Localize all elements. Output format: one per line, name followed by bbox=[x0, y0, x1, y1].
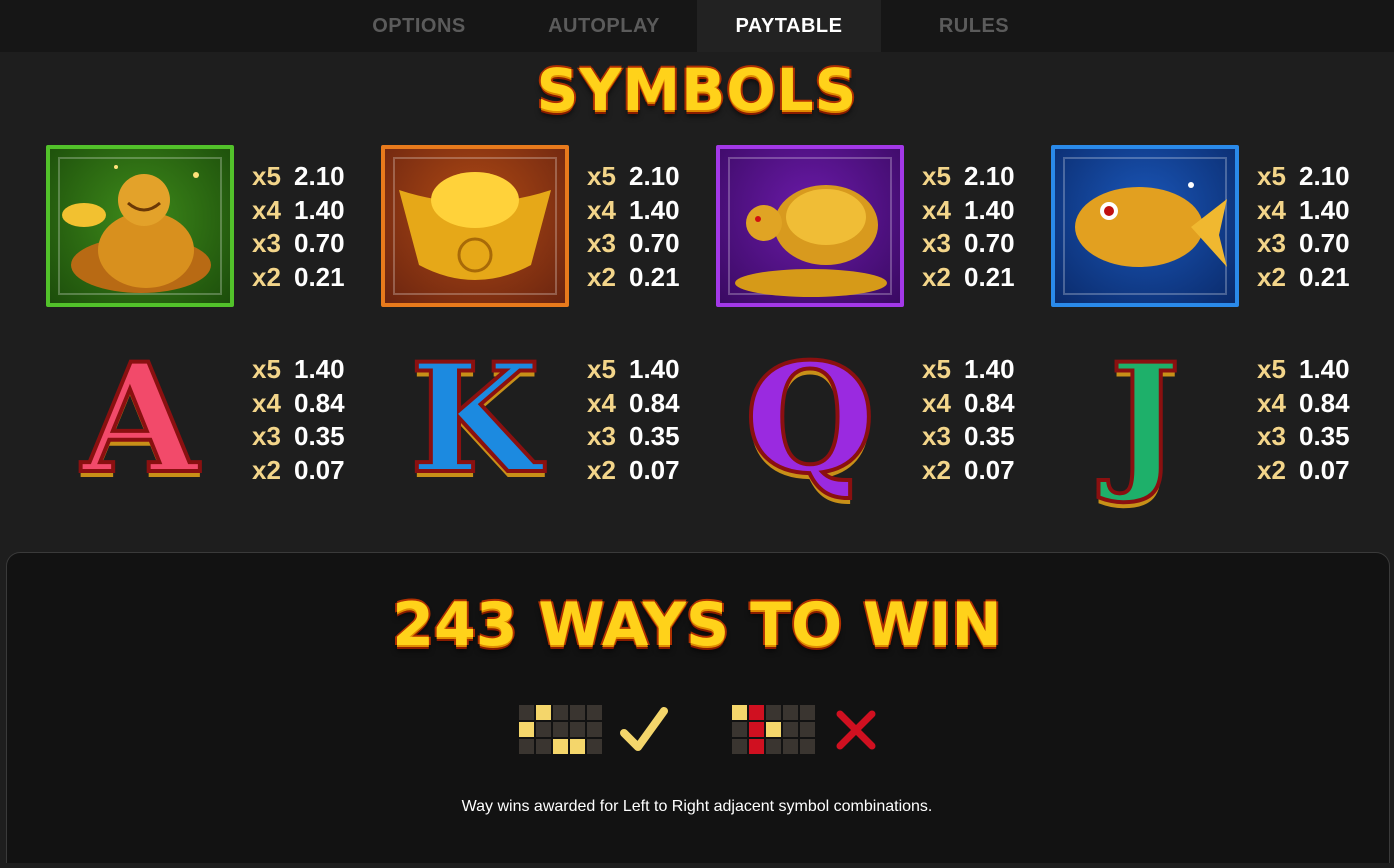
letter-a-symbol: A bbox=[80, 331, 200, 507]
turtle-icon bbox=[735, 185, 887, 297]
ways-caption: Way wins awarded for Left to Right adjac… bbox=[461, 798, 933, 815]
tab-rules[interactable]: RULES bbox=[882, 0, 1066, 52]
invalid-way-example-grid bbox=[732, 705, 815, 754]
letter-a-pays: x5 1.40 x4 0.84 x3 0.35 x2 0.07 bbox=[252, 354, 345, 485]
koi-symbol bbox=[1051, 145, 1239, 307]
gold-ingot-icon bbox=[399, 172, 551, 280]
tab-autoplay[interactable]: AUTOPLAY bbox=[512, 0, 696, 52]
letter-j-symbol: J bbox=[1108, 331, 1183, 507]
ways-to-win-title: 243 WAYS TO WIN bbox=[392, 590, 1002, 660]
gold-ingot-pays: x5 2.10 x4 1.40 x3 0.70 x2 0.21 bbox=[587, 161, 680, 292]
letter-q-symbol: Q bbox=[743, 331, 878, 507]
koi-fish-icon bbox=[1075, 182, 1227, 267]
buddha-pays: x5 2.10 x4 1.40 x3 0.70 x2 0.21 bbox=[252, 161, 345, 292]
turtle-symbol bbox=[716, 145, 904, 307]
tab-paytable[interactable]: PAYTABLE bbox=[697, 0, 881, 52]
tab-bar: OPTIONS AUTOPLAY PAYTABLE RULES bbox=[0, 0, 1394, 52]
gold-ingot-symbol bbox=[381, 145, 569, 307]
symbols-title: SYMBOLS bbox=[536, 56, 858, 124]
buddha-symbol bbox=[46, 145, 234, 307]
valid-way-example-grid bbox=[519, 705, 602, 754]
letter-j-pays: x5 1.40 x4 0.84 x3 0.35 x2 0.07 bbox=[1257, 354, 1350, 485]
checkmark-icon bbox=[620, 707, 668, 751]
cross-icon bbox=[836, 710, 876, 750]
tab-options[interactable]: OPTIONS bbox=[327, 0, 511, 52]
koi-pays: x5 2.10 x4 1.40 x3 0.70 x2 0.21 bbox=[1257, 161, 1350, 292]
letter-k-symbol: K bbox=[408, 331, 542, 507]
buddha-icon bbox=[62, 165, 211, 293]
turtle-pays: x5 2.10 x4 1.40 x3 0.70 x2 0.21 bbox=[922, 161, 1015, 292]
letter-k-pays: x5 1.40 x4 0.84 x3 0.35 x2 0.07 bbox=[587, 354, 680, 485]
letter-q-pays: x5 1.40 x4 0.84 x3 0.35 x2 0.07 bbox=[922, 354, 1015, 485]
